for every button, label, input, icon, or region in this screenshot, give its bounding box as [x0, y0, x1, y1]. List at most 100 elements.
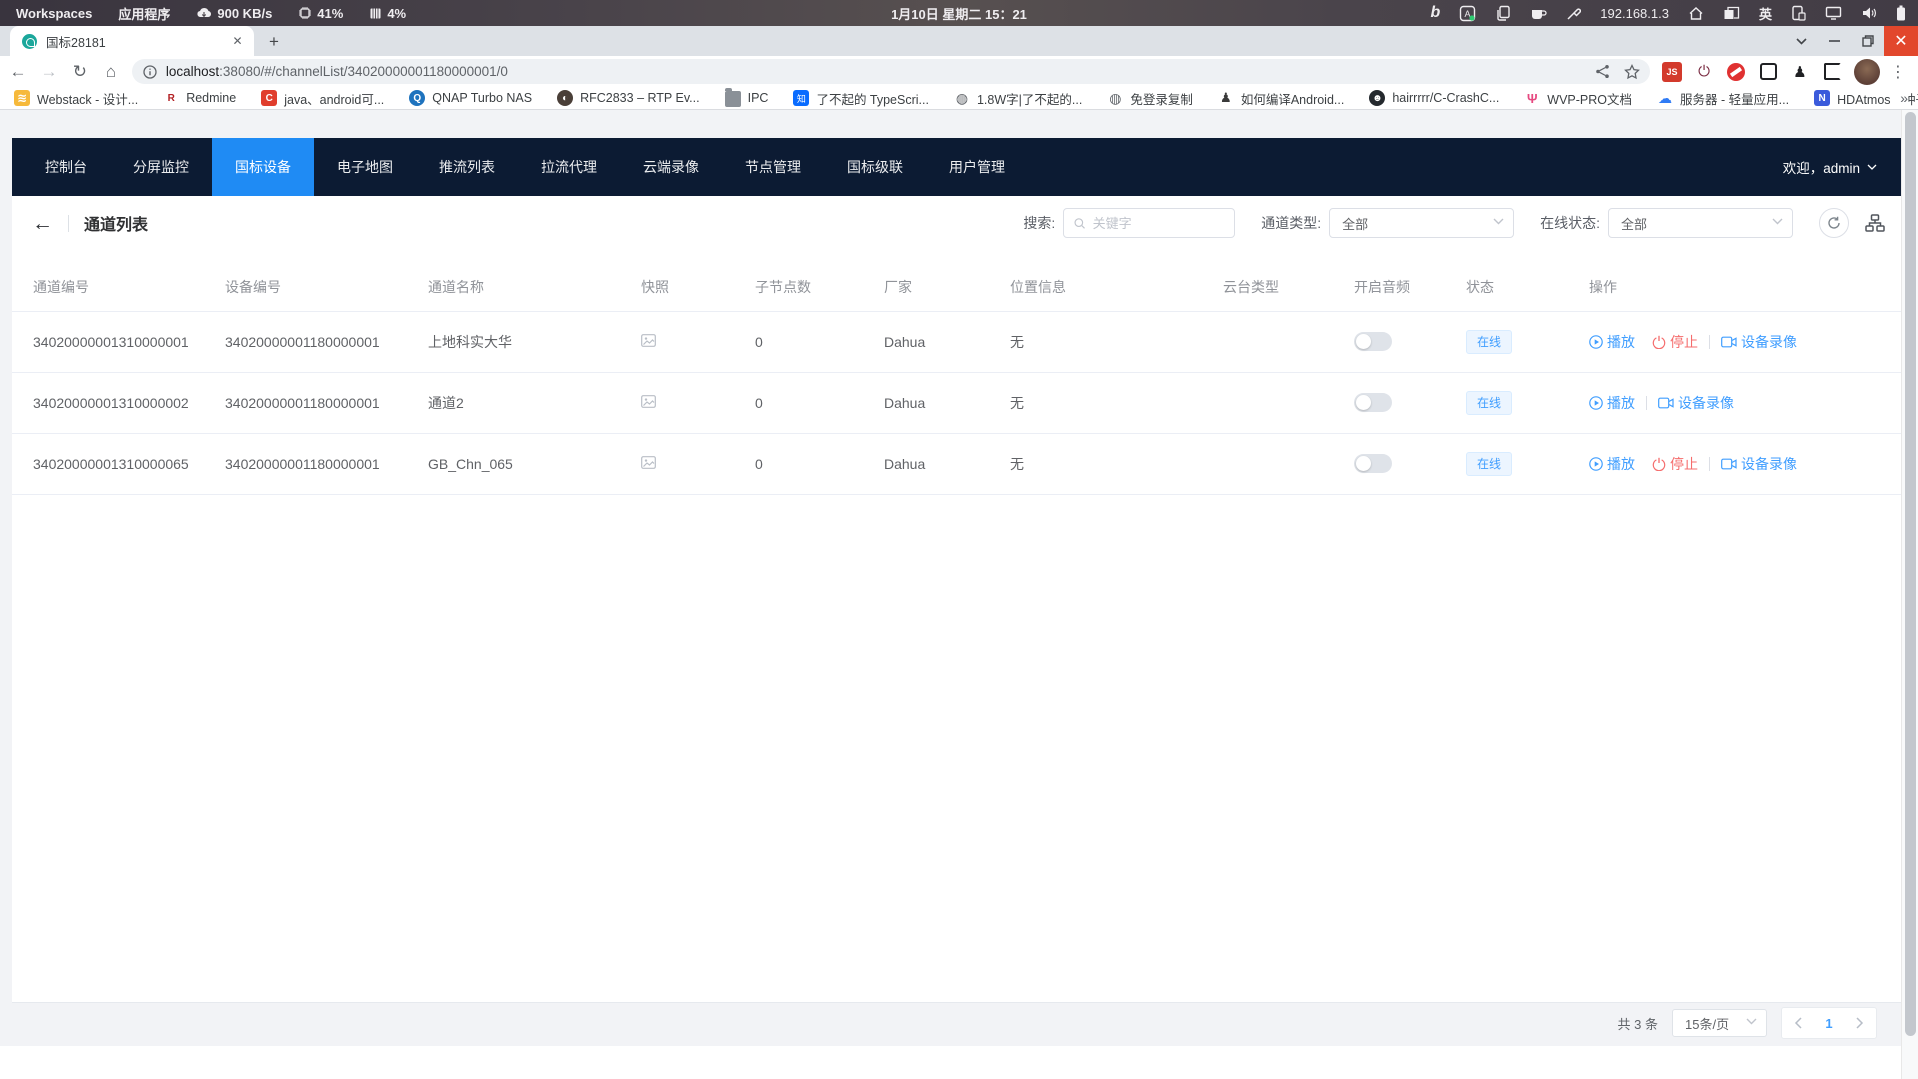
welcome-text: 欢迎，admin: [1783, 157, 1860, 177]
bookmark-favicon: [1814, 90, 1830, 106]
ext-adblock-icon[interactable]: [1726, 62, 1746, 82]
window-close-button[interactable]: ✕: [1884, 26, 1918, 56]
bookmark-item[interactable]: 1.8W字|了不起的...: [954, 89, 1082, 108]
action-divider: [1646, 396, 1647, 410]
channel-type-select[interactable]: 全部: [1329, 208, 1514, 238]
bookmark-item[interactable]: java、android可...: [261, 89, 384, 108]
battery-tray-icon[interactable]: [1896, 5, 1906, 21]
audio-toggle[interactable]: [1354, 332, 1392, 351]
windows-tray-icon[interactable]: [1723, 6, 1740, 21]
snapshot-image-icon[interactable]: [641, 456, 656, 472]
online-status-select[interactable]: 全部: [1608, 208, 1793, 238]
nav-item-user-manage[interactable]: 用户管理: [926, 138, 1028, 196]
next-page-button[interactable]: [1844, 1008, 1876, 1038]
input-method-tray-icon[interactable]: A: [1459, 5, 1476, 22]
bookmark-item[interactable]: RFC2833 – RTP Ev...: [557, 90, 700, 106]
clipboard-tray-icon[interactable]: [1495, 5, 1511, 21]
volume-tray-icon[interactable]: [1861, 6, 1877, 20]
audio-toggle[interactable]: [1354, 454, 1392, 473]
bookmark-item[interactable]: hairrrrr/C-CrashC...: [1369, 90, 1499, 106]
chevron-down-icon: [1867, 164, 1877, 170]
nav-item-node-manage[interactable]: 节点管理: [722, 138, 824, 196]
cell-channel-id: 34020000001310000065: [12, 433, 225, 494]
bookmark-item[interactable]: 如何编译Android...: [1218, 89, 1345, 108]
search-input[interactable]: [1093, 216, 1225, 231]
nav-item-push-list[interactable]: 推流列表: [416, 138, 518, 196]
device-record-button[interactable]: 设备录像: [1721, 454, 1797, 474]
audio-toggle[interactable]: [1354, 393, 1392, 412]
new-tab-button[interactable]: +: [262, 30, 286, 54]
window-restore-button[interactable]: [1851, 26, 1884, 56]
bing-tray-icon[interactable]: b: [1431, 5, 1441, 21]
snapshot-image-icon[interactable]: [641, 334, 656, 350]
address-bar[interactable]: localhost:38080/#/channelList/3402000000…: [132, 59, 1650, 84]
share-icon[interactable]: [1595, 64, 1610, 79]
refresh-button[interactable]: [1819, 208, 1849, 238]
bookmark-item[interactable]: Webstack - 设计...: [14, 89, 138, 108]
cell-device-id: 34020000001180000001: [225, 372, 428, 433]
workspaces-button[interactable]: Workspaces: [16, 6, 92, 21]
tree-view-button[interactable]: [1865, 214, 1885, 232]
nav-item-gb-cascade[interactable]: 国标级联: [824, 138, 926, 196]
page-size-select[interactable]: 15条/页: [1672, 1009, 1767, 1037]
forward-button[interactable]: →: [36, 59, 62, 85]
tab-close-icon[interactable]: ✕: [229, 33, 246, 50]
site-info-icon[interactable]: [143, 65, 157, 79]
browser-tab[interactable]: 国标28181 ✕: [10, 26, 254, 56]
cell-location: 无: [1010, 372, 1223, 433]
profile-avatar[interactable]: [1854, 59, 1880, 85]
stop-button[interactable]: 停止: [1652, 454, 1698, 474]
nav-item-gb-devices[interactable]: 国标设备: [212, 138, 314, 196]
nav-item-console[interactable]: 控制台: [22, 138, 110, 196]
browser-home-button[interactable]: ⌂: [98, 59, 124, 85]
color-picker-tray-icon[interactable]: [1566, 6, 1581, 21]
reload-button[interactable]: ↻: [67, 59, 93, 85]
bookmark-item[interactable]: QNAP Turbo NAS: [409, 90, 532, 106]
tab-favicon: [22, 34, 37, 49]
back-button[interactable]: ←: [5, 59, 31, 85]
ext-screenshot-icon[interactable]: [1758, 62, 1778, 82]
ext-pin-icon[interactable]: ♟: [1790, 62, 1810, 82]
bookmark-item[interactable]: 免登录复制: [1107, 89, 1193, 108]
bookmark-item[interactable]: 服务器 - 轻量应用...: [1657, 89, 1789, 108]
stop-button[interactable]: 停止: [1652, 332, 1698, 352]
current-page[interactable]: 1: [1814, 1016, 1844, 1031]
applications-button[interactable]: 应用程序: [118, 4, 170, 23]
home-tray-icon[interactable]: [1688, 6, 1704, 21]
nav-item-split-monitor[interactable]: 分屏监控: [110, 138, 212, 196]
display-tray-icon[interactable]: [1825, 6, 1842, 20]
bookmark-item[interactable]: WVP-PRO文档: [1524, 89, 1632, 108]
page-scrollbar[interactable]: [1901, 110, 1918, 1079]
snapshot-image-icon[interactable]: [641, 395, 656, 411]
bookmark-star-icon[interactable]: [1624, 64, 1640, 80]
device-record-button[interactable]: 设备录像: [1658, 393, 1734, 413]
browser-menu-icon[interactable]: ⋮: [1890, 62, 1906, 82]
table-row: 34020000001310000002 3402000000118000000…: [12, 372, 1901, 433]
ext-frame-icon[interactable]: [1822, 62, 1842, 82]
scrollbar-thumb[interactable]: [1905, 112, 1916, 1036]
play-button[interactable]: 播放: [1589, 393, 1635, 413]
prev-page-button[interactable]: [1782, 1008, 1814, 1038]
bookmark-item[interactable]: IPC: [725, 89, 769, 107]
nav-item-e-map[interactable]: 电子地图: [314, 138, 416, 196]
ext-js-icon[interactable]: JS: [1662, 62, 1682, 82]
user-menu[interactable]: 欢迎，admin: [1783, 138, 1901, 196]
nav-item-pull-proxy[interactable]: 拉流代理: [518, 138, 620, 196]
play-icon: [1589, 457, 1603, 471]
coffee-tray-icon[interactable]: [1530, 6, 1547, 21]
nav-item-cloud-record[interactable]: 云端录像: [620, 138, 722, 196]
play-button[interactable]: 播放: [1589, 332, 1635, 352]
back-arrow-button[interactable]: ←: [32, 213, 53, 234]
ext-wine-icon[interactable]: ⏻: [1694, 62, 1714, 82]
window-minimize-button[interactable]: [1818, 26, 1851, 56]
tab-search-icon[interactable]: [1785, 26, 1818, 56]
ip-address-indicator[interactable]: 192.168.1.3: [1600, 6, 1669, 21]
play-button[interactable]: 播放: [1589, 454, 1635, 474]
bookmarks-overflow-icon[interactable]: »: [1892, 87, 1908, 109]
device-record-button[interactable]: 设备录像: [1721, 332, 1797, 352]
language-indicator[interactable]: 英: [1759, 4, 1772, 23]
cell-location: 无: [1010, 433, 1223, 494]
bookmark-item[interactable]: Redmine: [163, 90, 236, 106]
bookmark-item[interactable]: 了不起的 TypeScri...: [793, 89, 929, 108]
phone-link-tray-icon[interactable]: [1791, 5, 1806, 21]
